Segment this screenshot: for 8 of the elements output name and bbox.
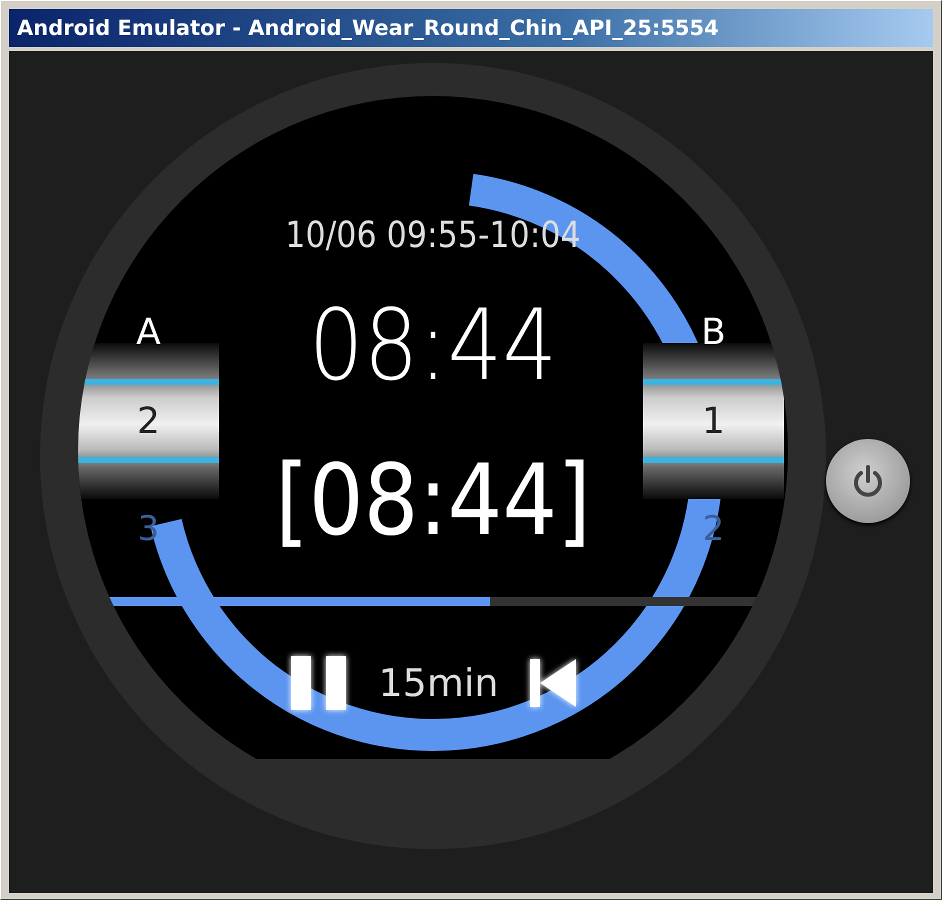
duration-text: 15min [378,661,498,705]
power-icon [852,464,884,498]
number-picker[interactable]: 2 [78,343,219,499]
timer-text: [08:44] [275,444,591,558]
next-value: 3 [138,509,160,549]
window-title: Android Emulator - Android_Wear_Round_Chin_API_25:5554 [9,9,933,47]
timer-text: 08:44 [308,291,558,401]
number-picker[interactable]: 1 [643,343,784,499]
